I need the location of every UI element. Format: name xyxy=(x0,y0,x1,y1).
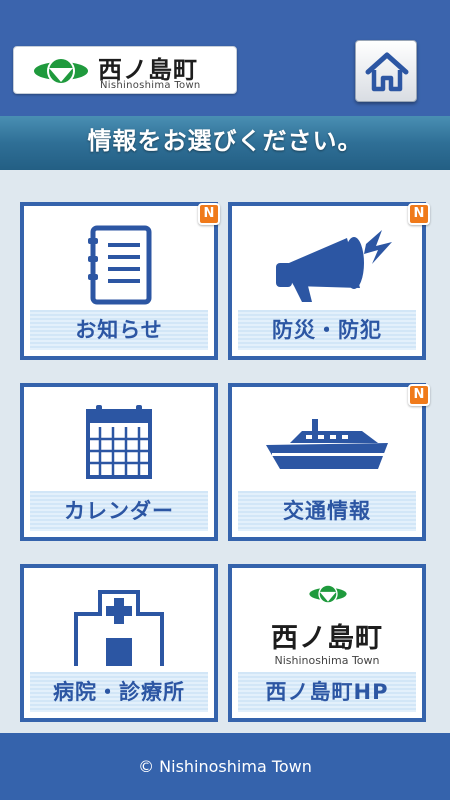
home-icon xyxy=(365,52,409,92)
new-badge: N xyxy=(198,203,220,225)
tile-label: 西ノ島町HP xyxy=(238,672,416,712)
tile-transport-info[interactable]: 交通情報 xyxy=(228,383,426,541)
calendar-icon xyxy=(86,405,152,479)
copyright-text: © Nishinoshima Town xyxy=(138,757,312,776)
tile-disaster-prevention[interactable]: 防災・防犯 xyxy=(228,202,426,360)
new-badge: N xyxy=(408,203,430,225)
tile-hospitals[interactable]: 病院・診療所 xyxy=(20,564,218,722)
town-logo: 西ノ島町 Nishinoshima Town xyxy=(13,46,237,94)
tile-label: 交通情報 xyxy=(238,491,416,531)
megaphone-icon xyxy=(276,230,392,302)
logo-subtitle: Nishinoshima Town xyxy=(100,80,201,91)
town-emblem-icon xyxy=(34,57,88,85)
footer: © Nishinoshima Town xyxy=(0,733,450,800)
tile-notices[interactable]: お知らせ xyxy=(20,202,218,360)
hp-logo-name: 西ノ島町 xyxy=(271,623,383,653)
tile-label: お知らせ xyxy=(30,310,208,350)
tile-label: カレンダー xyxy=(30,491,208,531)
tile-calendar[interactable]: カレンダー xyxy=(20,383,218,541)
home-button[interactable] xyxy=(355,40,417,102)
town-emblem-icon xyxy=(309,584,347,604)
hospital-icon xyxy=(74,590,164,666)
tile-label: 防災・防犯 xyxy=(238,310,416,350)
banner-text: 情報をお選びください。 xyxy=(87,127,363,155)
notebook-icon xyxy=(88,225,152,305)
new-badge: N xyxy=(408,384,430,406)
app-header: 西ノ島町 Nishinoshima Town xyxy=(0,0,450,116)
ship-icon xyxy=(266,419,388,469)
hp-logo-subtitle: Nishinoshima Town xyxy=(274,654,380,667)
tile-town-website[interactable]: 西ノ島町 Nishinoshima Town 西ノ島町HP xyxy=(228,564,426,722)
tile-label: 病院・診療所 xyxy=(30,672,208,712)
instruction-banner: 情報をお選びください。 xyxy=(0,116,450,170)
